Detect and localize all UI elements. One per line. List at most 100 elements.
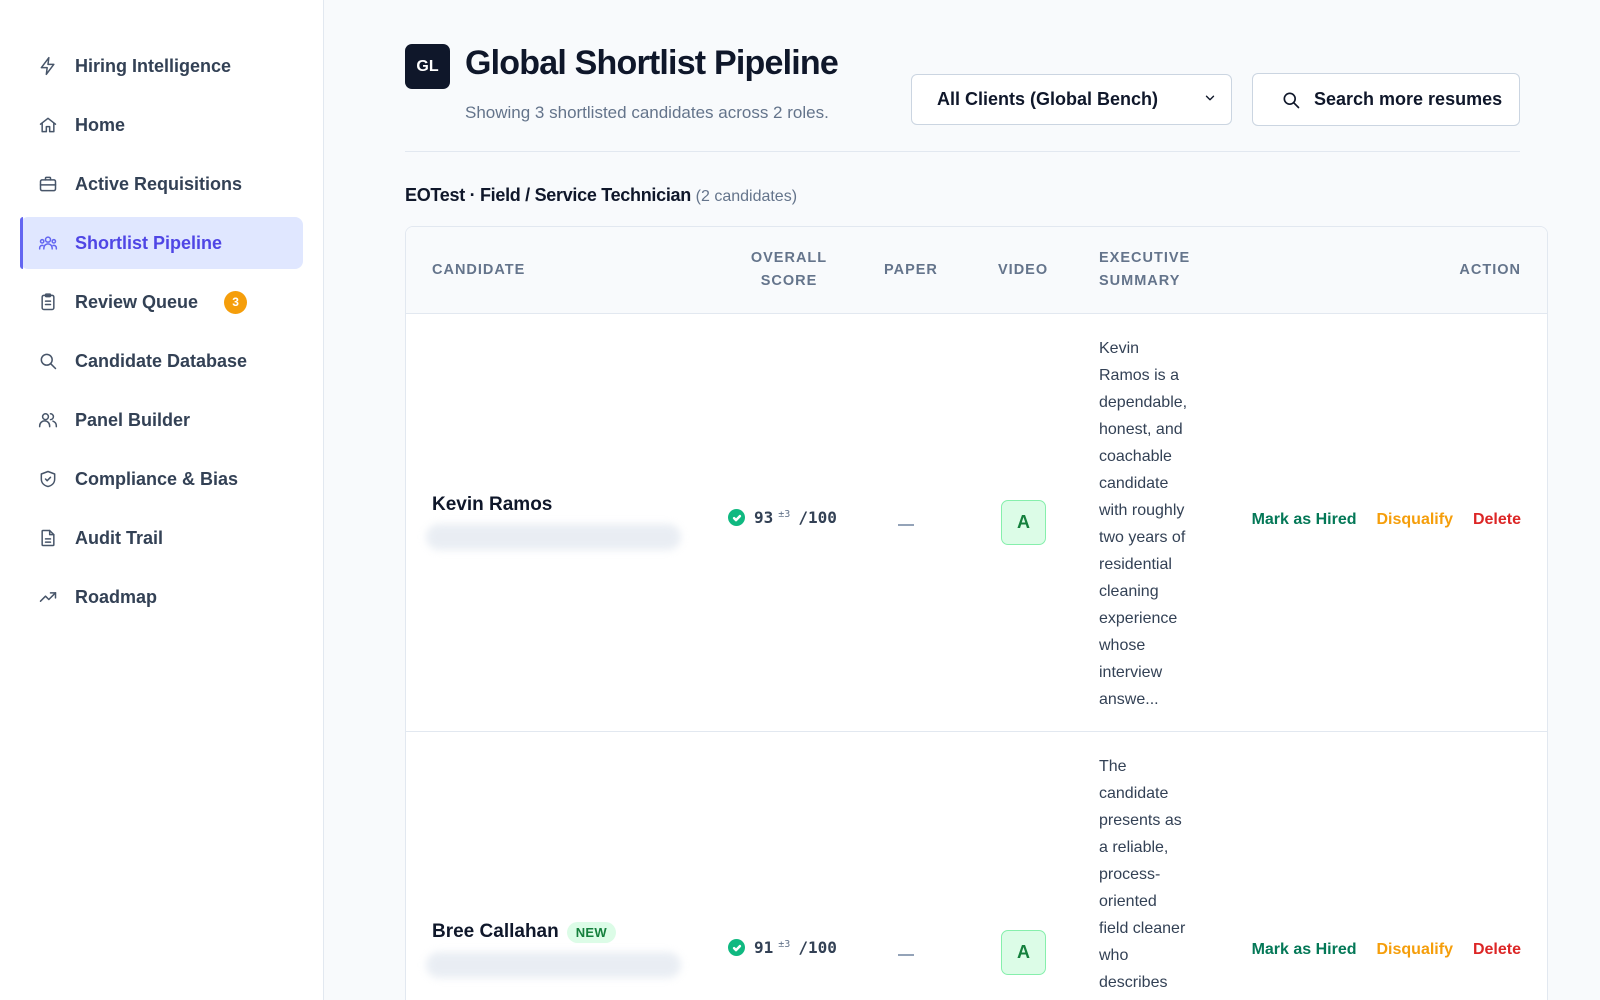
document-icon <box>38 528 58 548</box>
sidebar-item-label: Hiring Intelligence <box>75 55 232 76</box>
column-header-summary-line1: Executive <box>1099 250 1191 266</box>
summary-line: coachable <box>1099 448 1172 465</box>
sidebar-item-panel-builder[interactable]: Panel Builder <box>20 394 303 446</box>
score-max: /100 <box>798 938 837 957</box>
paper-score-empty <box>898 954 914 956</box>
sidebar-item-compliance-bias[interactable]: Compliance & Bias <box>20 453 303 505</box>
search-icon <box>1283 92 1300 108</box>
column-header-overall-score-line1: Overall <box>750 250 828 266</box>
sidebar-item-label: Shortlist Pipeline <box>75 232 223 253</box>
mark-as-hired-button[interactable]: Mark as Hired <box>1252 941 1357 959</box>
sidebar-item-label: Audit Trail <box>75 527 164 548</box>
summary-line: field cleaner <box>1099 920 1186 937</box>
summary-line: honest, and <box>1099 421 1183 438</box>
candidate-email-redacted <box>426 524 681 550</box>
overall-score: 93 ±3 /100 <box>728 508 837 527</box>
shield-check-icon <box>38 469 58 489</box>
sidebar-item-roadmap[interactable]: Roadmap <box>20 571 303 623</box>
disqualify-button[interactable]: Disqualify <box>1377 941 1453 959</box>
workspace-logo: GL <box>405 44 450 89</box>
paper-score-empty <box>898 524 914 526</box>
sidebar-item-label: Active Requisitions <box>75 173 243 194</box>
score-value: 93 <box>754 508 774 527</box>
sidebar: Hiring Intelligence Home Active Requisit… <box>0 0 324 1000</box>
table-header: Candidate Overall Score Paper Video Exec… <box>406 227 1547 314</box>
sidebar-item-label: Panel Builder <box>75 409 191 430</box>
client-filter-select[interactable]: All Clients (Global Bench) <box>911 74 1232 125</box>
summary-line: a reliable, <box>1099 839 1169 856</box>
video-grade-badge: A <box>1001 500 1046 545</box>
candidate-name[interactable]: Bree Callahan NEW <box>432 921 616 943</box>
page-subtitle: Showing 3 shortlisted candidates across … <box>465 103 829 122</box>
summary-line: who <box>1099 947 1129 964</box>
summary-line: candidate <box>1099 475 1169 492</box>
delete-button[interactable]: Delete <box>1473 511 1521 529</box>
summary-line: The <box>1099 758 1127 775</box>
column-header-paper[interactable]: Paper <box>884 259 938 282</box>
column-header-video[interactable]: Video <box>998 259 1048 282</box>
summary-line: process- <box>1099 866 1161 883</box>
row-actions: Mark as Hired Disqualify Delete <box>1252 511 1521 529</box>
header-divider <box>405 151 1520 152</box>
summary-line: interview <box>1099 664 1163 681</box>
score-value: 91 <box>754 938 774 957</box>
column-header-overall-score-line2: Score <box>760 273 818 289</box>
sidebar-item-home[interactable]: Home <box>20 99 303 151</box>
role-candidate-count: (2 candidates) <box>695 188 798 205</box>
overall-score: 91 ±3 /100 <box>728 938 837 957</box>
column-header-overall-score[interactable]: Overall Score <box>739 247 839 293</box>
executive-summary[interactable]: Kevin Ramos is a dependable, honest, and… <box>1099 335 1209 713</box>
role-section-title: EOTest · Field / Service Technician (2 c… <box>405 185 797 206</box>
column-header-action: Action <box>1459 262 1521 278</box>
page-title: Global Shortlist Pipeline <box>465 44 839 82</box>
users-icon <box>38 233 58 253</box>
mark-as-hired-button[interactable]: Mark as Hired <box>1252 511 1357 529</box>
summary-line: residential <box>1099 556 1172 573</box>
check-circle-icon <box>728 939 745 956</box>
delete-button[interactable]: Delete <box>1473 941 1521 959</box>
score-max: /100 <box>798 508 837 527</box>
summary-line: presents as <box>1099 812 1182 829</box>
sidebar-item-candidate-database[interactable]: Candidate Database <box>20 335 303 387</box>
column-header-executive-summary[interactable]: Executive Summary <box>1099 247 1190 293</box>
summary-line: whose <box>1099 637 1146 654</box>
sidebar-item-label: Compliance & Bias <box>75 468 239 489</box>
sidebar-item-label: Home <box>75 114 126 135</box>
score-margin: ±3 <box>778 509 791 520</box>
sidebar-item-label: Roadmap <box>75 586 158 607</box>
sidebar-item-review-queue[interactable]: Review Queue 3 <box>20 276 303 328</box>
candidate-email-redacted <box>426 952 681 978</box>
chevron-down-icon <box>1203 89 1217 110</box>
sidebar-item-label: Review Queue <box>75 291 199 312</box>
column-header-summary-line2: Summary <box>1099 273 1181 289</box>
column-header-candidate[interactable]: Candidate <box>432 259 525 282</box>
new-badge: NEW <box>566 921 616 943</box>
clipboard-icon <box>38 292 58 312</box>
disqualify-button[interactable]: Disqualify <box>1377 511 1453 529</box>
user-group-icon <box>38 410 58 430</box>
search-more-resumes-button[interactable]: Search more resumes <box>1252 73 1520 126</box>
score-margin: ±3 <box>778 939 791 950</box>
client-filter-value: All Clients (Global Bench) <box>937 89 1159 109</box>
sidebar-item-audit-trail[interactable]: Audit Trail <box>20 512 303 564</box>
check-circle-icon <box>728 509 745 526</box>
sidebar-item-hiring-intelligence[interactable]: Hiring Intelligence <box>20 40 303 92</box>
summary-line: experience <box>1099 610 1178 627</box>
sidebar-item-shortlist-pipeline[interactable]: Shortlist Pipeline <box>20 217 303 269</box>
summary-line: Kevin <box>1099 340 1140 357</box>
sidebar-item-label: Candidate Database <box>75 350 248 371</box>
briefcase-icon <box>38 174 58 194</box>
role-name: EOTest · Field / Service Technician <box>405 185 691 205</box>
summary-line: with roughly <box>1099 502 1185 519</box>
executive-summary[interactable]: The candidate presents as a reliable, pr… <box>1099 753 1209 996</box>
summary-line: describes <box>1099 974 1168 991</box>
shortlist-table: Candidate Overall Score Paper Video Exec… <box>405 226 1548 1000</box>
summary-line: Ramos is a <box>1099 367 1180 384</box>
search-button-label: Search more resumes <box>1314 89 1503 109</box>
candidate-name-text: Bree Callahan <box>432 921 559 942</box>
video-grade-badge: A <box>1001 930 1046 975</box>
candidate-name[interactable]: Kevin Ramos <box>432 494 552 516</box>
sidebar-item-active-requisitions[interactable]: Active Requisitions <box>20 158 303 210</box>
summary-line: candidate <box>1099 785 1169 802</box>
search-icon <box>38 351 58 371</box>
